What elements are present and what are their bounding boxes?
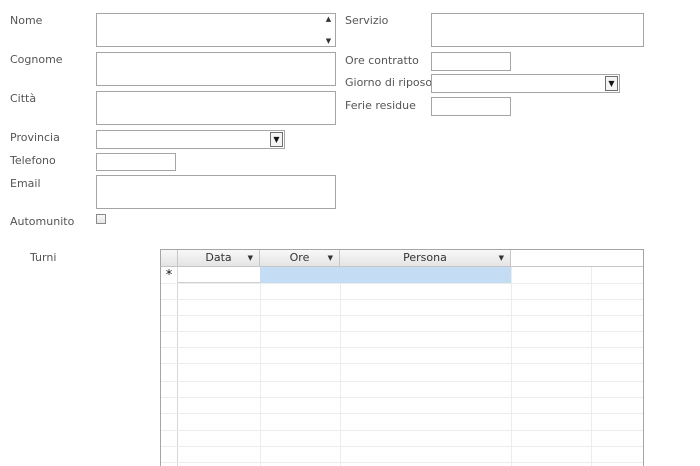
citta-field[interactable] [96, 91, 336, 125]
chevron-down-icon[interactable]: ▼ [270, 132, 283, 147]
gridline [161, 363, 643, 364]
gridline [161, 315, 643, 316]
ore-contratto-field[interactable] [431, 52, 511, 71]
record-selector-column [161, 267, 178, 466]
gridline [161, 430, 643, 431]
nome-field-wrapper: ▲ ▼ [96, 13, 336, 47]
nome-label: Nome [10, 14, 43, 27]
ore-contratto-label: Ore contratto [345, 54, 419, 67]
sort-arrow-icon[interactable]: ▼ [328, 250, 333, 266]
automunito-label: Automunito [10, 215, 75, 228]
gridline [161, 347, 643, 348]
gridline [340, 267, 341, 466]
gridline [161, 397, 643, 398]
new-record-marker[interactable]: * [161, 267, 177, 283]
giorno-riposo-label: Giorno di riposo [345, 76, 433, 89]
citta-label: Città [10, 92, 37, 105]
turni-label: Turni [30, 251, 57, 264]
gridline [511, 267, 512, 466]
scroll-down-icon[interactable]: ▼ [326, 36, 331, 46]
sort-arrow-icon[interactable]: ▼ [248, 250, 253, 266]
cognome-label: Cognome [10, 53, 63, 66]
ferie-residue-field[interactable] [431, 97, 511, 116]
scroll-up-icon[interactable]: ▲ [326, 14, 331, 24]
cell-data[interactable] [178, 267, 260, 283]
gridline [161, 299, 643, 300]
cell-persona[interactable] [340, 267, 511, 283]
gridline [161, 413, 643, 414]
column-header-persona[interactable]: Persona ▼ [340, 250, 511, 266]
column-label: Data [205, 251, 232, 264]
telefono-label: Telefono [10, 154, 56, 167]
servizio-label: Servizio [345, 14, 389, 27]
sort-arrow-icon[interactable]: ▼ [499, 250, 504, 266]
gridline [591, 267, 592, 466]
email-field[interactable] [96, 175, 336, 209]
gridline [161, 331, 643, 332]
email-label: Email [10, 177, 41, 190]
column-header-data[interactable]: Data ▼ [178, 250, 260, 266]
gridline [161, 462, 643, 463]
gridline [260, 267, 261, 466]
cognome-field[interactable] [96, 52, 336, 86]
automunito-checkbox[interactable] [96, 214, 106, 224]
chevron-down-icon[interactable]: ▼ [605, 76, 618, 91]
gridline [161, 283, 643, 284]
ferie-residue-label: Ferie residue [345, 99, 416, 112]
select-all-corner[interactable] [161, 250, 178, 266]
column-label: Persona [403, 251, 447, 264]
servizio-field[interactable] [431, 13, 644, 47]
nome-scrollbar[interactable]: ▲ ▼ [322, 14, 335, 46]
turni-datasheet[interactable]: Data ▼ Ore ▼ Persona ▼ * [160, 249, 644, 466]
gridline [161, 446, 643, 447]
cell-ore[interactable] [260, 267, 340, 283]
nome-field[interactable] [96, 13, 336, 47]
gridline [161, 381, 643, 382]
giorno-riposo-combo[interactable]: ▼ [431, 74, 620, 93]
datasheet-header: Data ▼ Ore ▼ Persona ▼ [161, 250, 643, 267]
provincia-combo[interactable]: ▼ [96, 130, 285, 149]
provincia-label: Provincia [10, 131, 60, 144]
telefono-field[interactable] [96, 153, 176, 171]
column-header-ore[interactable]: Ore ▼ [260, 250, 340, 266]
column-label: Ore [289, 251, 310, 264]
